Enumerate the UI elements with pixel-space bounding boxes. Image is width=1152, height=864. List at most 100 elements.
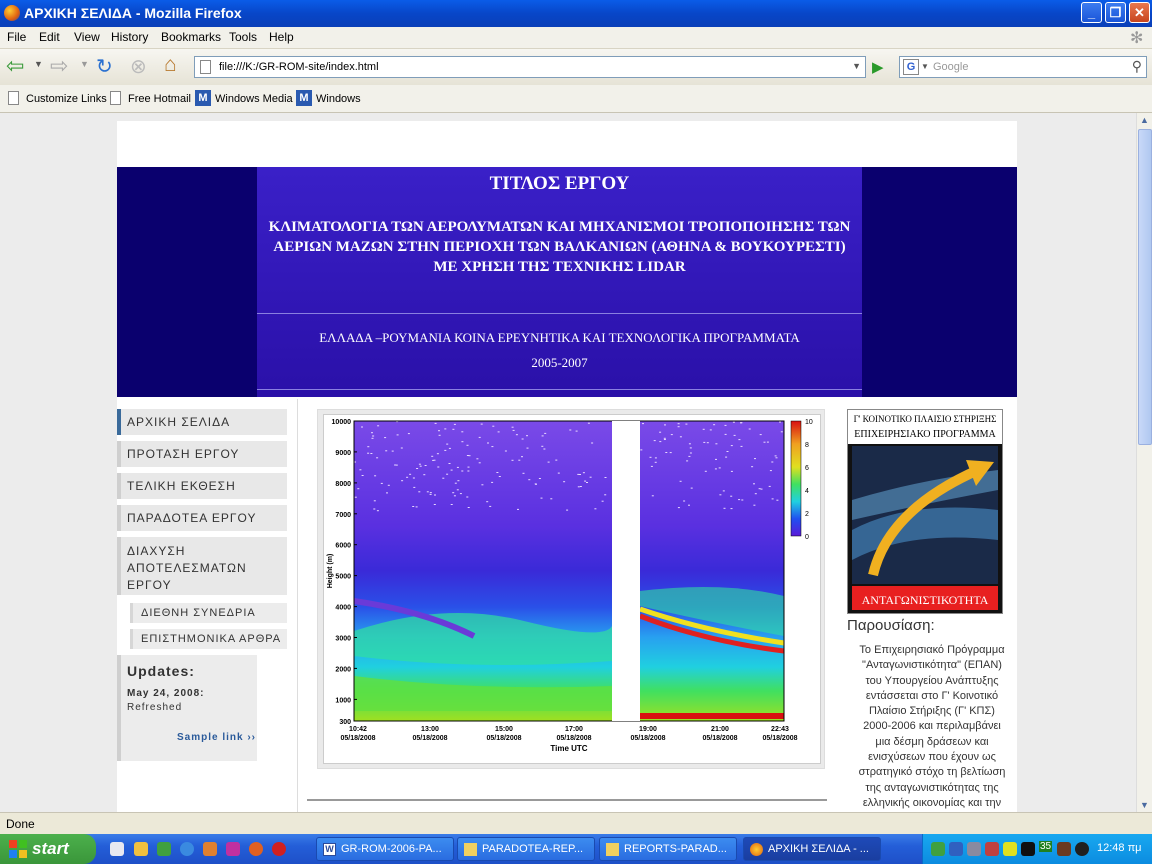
sidebar-subitem-articles[interactable]: ΕΠΙΣΤΗΜΟΝΙΚΑ ΑΡΘΡΑ: [130, 629, 287, 649]
menu-help[interactable]: Help: [269, 30, 294, 44]
noise-speckle: [642, 423, 644, 425]
tray-icon[interactable]: [1075, 842, 1089, 856]
noise-speckle: [663, 439, 666, 440]
project-title-heading: ΤΙΤΛΟΣ ΕΡΓΟΥ: [489, 173, 630, 194]
noise-speckle: [487, 442, 489, 444]
menu-edit[interactable]: Edit: [39, 30, 60, 44]
sample-link[interactable]: Sample link ››: [177, 732, 256, 743]
noise-speckle: [359, 469, 362, 471]
quicklaunch-app-icon[interactable]: [272, 842, 286, 856]
search-icon[interactable]: ⚲: [1132, 58, 1142, 75]
close-button[interactable]: ✕: [1129, 2, 1150, 23]
tray-icon[interactable]: [949, 842, 963, 856]
tray-icon[interactable]: [1057, 842, 1071, 856]
home-icon[interactable]: ⌂: [164, 53, 177, 77]
noise-speckle: [466, 455, 469, 456]
sidebar-item-dissemination[interactable]: ΔΙΑΧΥΣΗ ΑΠΟΤΕΛΕΣΜΑΤΩΝ ΕΡΓΟΥ: [117, 537, 287, 595]
sidebar-item-final-report[interactable]: ΤΕΛΙΚΗ ΕΚΘΕΣΗ: [117, 473, 287, 499]
presentation-line: στρατηγικό στόχο τη βελτίωση: [858, 766, 1006, 779]
scrollbar-thumb[interactable]: [1138, 129, 1152, 445]
menu-view[interactable]: View: [74, 30, 100, 44]
go-icon[interactable]: ▶: [872, 58, 884, 76]
quicklaunch-ie-icon[interactable]: [180, 842, 194, 856]
noise-speckle: [511, 426, 514, 428]
menu-bookmarks[interactable]: Bookmarks: [161, 30, 221, 44]
noise-speckle: [491, 446, 494, 448]
forward-dropdown-icon[interactable]: ▼: [80, 59, 89, 69]
bookmark-windows-media[interactable]: Windows Media: [215, 93, 293, 105]
colorbar-tick-label: 0: [805, 534, 809, 541]
quicklaunch-app-icon[interactable]: [203, 842, 217, 856]
task-label: GR-ROM-2006-PA...: [341, 843, 442, 855]
menu-file[interactable]: File: [7, 30, 26, 44]
menu-tools[interactable]: Tools: [229, 30, 257, 44]
tray-icon[interactable]: [967, 842, 981, 856]
task-folder-paradotea[interactable]: PARADOTEA-REP...: [457, 837, 595, 861]
noise-speckle: [478, 436, 481, 438]
noise-speckle: [361, 426, 363, 428]
search-input[interactable]: G ▼ Google ⚲: [899, 56, 1147, 78]
y-tick-label: 10000: [332, 419, 352, 426]
scroll-up-icon[interactable]: ▲: [1140, 115, 1149, 125]
url-dropdown-icon[interactable]: ▼: [852, 61, 861, 71]
stop-icon[interactable]: ⊗: [130, 54, 147, 79]
vertical-scrollbar[interactable]: ▲ ▼: [1136, 113, 1152, 812]
task-word[interactable]: W GR-ROM-2006-PA...: [316, 837, 454, 861]
noise-speckle: [677, 423, 680, 425]
noise-speckle: [457, 480, 460, 482]
noise-speckle: [677, 507, 680, 509]
tray-icon[interactable]: [1021, 842, 1035, 856]
noise-speckle: [466, 444, 469, 446]
noise-speckle: [431, 455, 434, 457]
minimize-button[interactable]: _: [1081, 2, 1102, 23]
noise-speckle: [459, 493, 462, 495]
sidebar-item-home[interactable]: ΑΡΧΙΚΗ ΣΕΛΙΔΑ: [117, 409, 287, 435]
quicklaunch-media-icon[interactable]: [110, 842, 124, 856]
noise-speckle: [412, 506, 415, 507]
engine-dropdown-icon[interactable]: ▼: [921, 62, 929, 71]
noise-speckle: [357, 488, 360, 490]
noise-speckle: [478, 462, 481, 464]
menu-history[interactable]: History: [111, 30, 148, 44]
sidebar-item-deliverables[interactable]: ΠΑΡΑΔΟΤΕΑ ΕΡΓΟΥ: [117, 505, 287, 531]
presentation-line: ελληνικής οικονομίας και την: [862, 796, 1002, 809]
noise-speckle: [771, 461, 774, 463]
noise-speckle: [760, 488, 763, 490]
forward-icon[interactable]: ⇨: [50, 53, 68, 79]
banner-panel: ΤΙΤΛΟΣ ΕΡΓΟΥ ΚΛΙΜΑΤΟΛΟΓΙΑ ΤΩΝ ΑΕΡΟΛΥΜΑΤΩ…: [257, 167, 862, 397]
bookmark-free-hotmail[interactable]: Free Hotmail: [128, 93, 191, 105]
noise-speckle: [442, 477, 445, 479]
bookmark-customize-links[interactable]: Customize Links: [26, 93, 107, 105]
quicklaunch-firefox-icon[interactable]: [249, 842, 263, 856]
tray-icon[interactable]: [1003, 842, 1017, 856]
back-icon[interactable]: ⇦: [6, 53, 24, 79]
bookmark-windows[interactable]: Windows: [316, 93, 361, 105]
start-button[interactable]: start: [0, 834, 96, 864]
quicklaunch-app-icon[interactable]: [226, 842, 240, 856]
noise-speckle: [541, 435, 544, 437]
task-folder-reports[interactable]: REPORTS-PARAD...: [599, 837, 737, 861]
noise-speckle: [496, 472, 499, 473]
noise-speckle: [584, 480, 587, 482]
throbber-icon: ✻: [1130, 30, 1144, 47]
quicklaunch-app-icon[interactable]: [157, 842, 171, 856]
google-icon[interactable]: G: [903, 59, 919, 75]
tray-icon[interactable]: [931, 842, 945, 856]
sidebar-item-proposal[interactable]: ΠΡΟΤΑΣΗ ΕΡΓΟΥ: [117, 441, 287, 467]
noise-speckle: [367, 452, 370, 454]
scroll-down-icon[interactable]: ▼: [1140, 800, 1149, 810]
quicklaunch-app-icon[interactable]: [134, 842, 148, 856]
back-dropdown-icon[interactable]: ▼: [34, 59, 43, 69]
noise-speckle: [370, 453, 373, 454]
url-text: file:///K:/GR-ROM-site/index.html: [219, 61, 379, 73]
sidebar-subitem-conferences[interactable]: ΔΙΕΘΝΗ ΣΥΝΕΔΡΙΑ: [130, 603, 287, 623]
tray-badge[interactable]: 35: [1039, 841, 1053, 852]
tray-icon[interactable]: [985, 842, 999, 856]
epan-bottom-label: ΑΝΤΑΓΩΝΙΣΤΙΚΟΤΗΤΑ: [862, 593, 989, 607]
reload-icon[interactable]: ↻: [96, 54, 113, 79]
noise-speckle: [515, 434, 518, 436]
noise-speckle: [730, 470, 733, 472]
task-firefox[interactable]: ΑΡΧΙΚΗ ΣΕΛΙΔΑ - ...: [743, 837, 881, 861]
url-bar[interactable]: file:///K:/GR-ROM-site/index.html ▼: [194, 56, 866, 78]
maximize-button[interactable]: ❐: [1105, 2, 1126, 23]
